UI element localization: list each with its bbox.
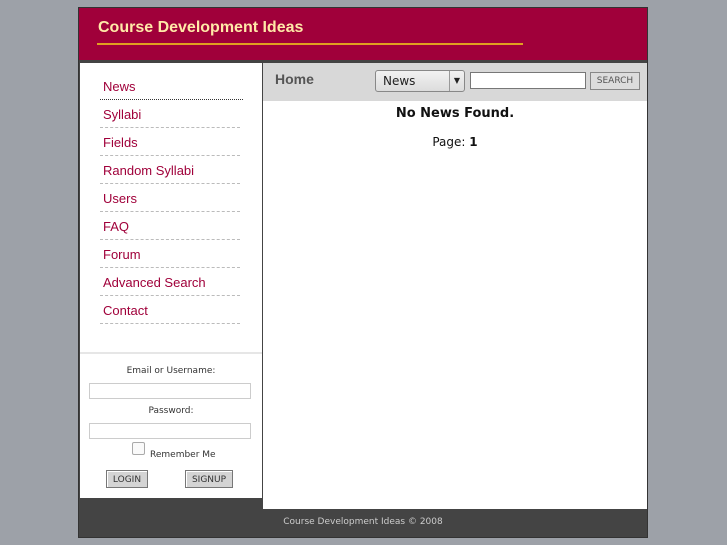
- title-underline: [97, 43, 523, 45]
- nav-item-forum[interactable]: Forum: [100, 241, 240, 268]
- nav-item-syllabi[interactable]: Syllabi: [100, 101, 240, 128]
- page-number[interactable]: 1: [469, 135, 477, 149]
- search-button[interactable]: SEARCH: [590, 72, 640, 90]
- nav-item-news[interactable]: News: [100, 73, 243, 100]
- site-title[interactable]: Course Development Ideas: [98, 19, 303, 37]
- page-container: Course Development Ideas News Syllabi Fi…: [78, 7, 648, 538]
- nav-item-users[interactable]: Users: [100, 185, 240, 212]
- nav-item-faq[interactable]: FAQ: [100, 213, 240, 240]
- search-scope-select[interactable]: News ▼: [375, 70, 465, 92]
- remember-me-checkbox[interactable]: [132, 442, 145, 455]
- nav-item-contact[interactable]: Contact: [100, 297, 240, 324]
- signup-button[interactable]: SIGNUP: [185, 470, 233, 488]
- nav-item-advanced-search[interactable]: Advanced Search: [100, 269, 240, 296]
- page-title: Home: [275, 71, 314, 87]
- content-toolbar: Home News ▼ SEARCH: [263, 63, 647, 101]
- nav-item-random-syllabi[interactable]: Random Syllabi: [100, 157, 240, 184]
- remember-me-label: Remember Me: [150, 450, 216, 460]
- sidebar-nav: News Syllabi Fields Random Syllabi Users…: [80, 63, 262, 352]
- password-label: Password:: [148, 406, 194, 416]
- email-field[interactable]: [89, 383, 251, 399]
- empty-message: No News Found.: [395, 106, 515, 121]
- search-scope-value: News: [383, 74, 416, 88]
- search-input[interactable]: [470, 72, 586, 89]
- email-label: Email or Username:: [126, 366, 216, 376]
- page-label: Page:: [432, 135, 466, 149]
- chevron-down-icon[interactable]: ▼: [449, 71, 464, 91]
- main-content: Home News ▼ SEARCH No News Found. Page: …: [263, 63, 647, 509]
- nav-item-fields[interactable]: Fields: [100, 129, 240, 156]
- login-form: Email or Username: Password: Remember Me…: [80, 354, 262, 498]
- pagination: Page: 1: [263, 135, 647, 149]
- site-header: Course Development Ideas: [79, 8, 647, 60]
- login-button[interactable]: LOGIN: [106, 470, 148, 488]
- sidebar: News Syllabi Fields Random Syllabi Users…: [80, 63, 262, 498]
- footer-copyright: Course Development Ideas © 2008: [283, 517, 443, 527]
- password-field[interactable]: [89, 423, 251, 439]
